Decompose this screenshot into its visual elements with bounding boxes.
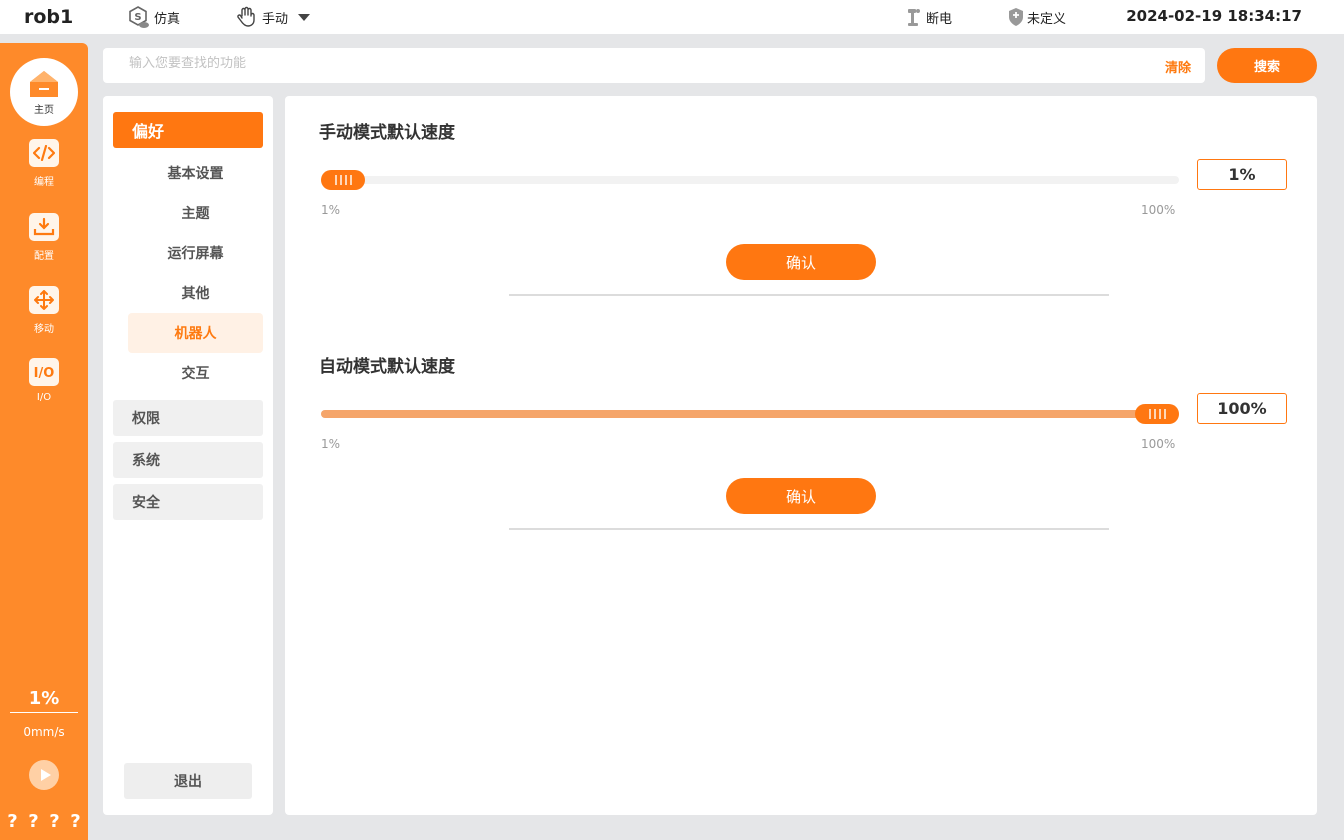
- manual-speed-title: 手动模式默认速度: [319, 123, 455, 143]
- menu-item-other[interactable]: 其他: [128, 273, 263, 313]
- manual-speed-value[interactable]: 1%: [1197, 159, 1287, 190]
- sidebar-item-label: 编程: [34, 177, 54, 188]
- simulation-status[interactable]: S 仿真: [126, 0, 180, 34]
- settings-content: 手动模式默认速度 1% 100% 1% 确认 自动模式默认速度 1% 100% …: [285, 96, 1317, 815]
- manual-speed-slider[interactable]: [321, 170, 1179, 190]
- menu-group-permissions[interactable]: 权限: [113, 400, 263, 436]
- auto-confirm-button[interactable]: 确认: [726, 478, 876, 514]
- settings-menu: 偏好 基本设置 主题 运行屏幕 其他 机器人 交互 权限 系统 安全 退出: [103, 96, 273, 815]
- auto-speed-value[interactable]: 100%: [1197, 393, 1287, 424]
- menu-group-safety[interactable]: 安全: [113, 484, 263, 520]
- logout-button[interactable]: 退出: [124, 763, 252, 799]
- main-sidebar: 主页 编程 配置 移动 I/O I/O 1% 0mm/s ? ? ? ?: [0, 43, 88, 840]
- menu-item-theme[interactable]: 主题: [128, 193, 263, 233]
- sidebar-item-programming[interactable]: 编程: [0, 139, 88, 188]
- simulation-icon: S: [129, 6, 149, 28]
- sidebar-item-label: I/O: [36, 392, 52, 403]
- safety-label: 未定义: [1027, 11, 1067, 27]
- search-input[interactable]: [129, 56, 1029, 71]
- manual-confirm-button[interactable]: 确认: [726, 244, 876, 280]
- auto-speed-title: 自动模式默认速度: [319, 357, 455, 377]
- config-download-icon: [29, 213, 59, 241]
- global-speed-percent[interactable]: 1%: [0, 688, 88, 709]
- tcp-speed: 0mm/s: [23, 725, 65, 739]
- status-indicator: ?: [70, 811, 81, 832]
- safety-status: 未定义: [1008, 0, 1066, 34]
- mode-selector[interactable]: 手动: [236, 0, 311, 34]
- menu-group-preferences[interactable]: 偏好: [113, 112, 263, 148]
- sidebar-item-move[interactable]: 移动: [0, 286, 88, 335]
- play-icon: [40, 769, 51, 781]
- code-icon: [29, 139, 59, 167]
- menu-item-robot[interactable]: 机器人: [128, 313, 263, 353]
- slider-fill: [321, 410, 1157, 418]
- robot-arm-icon: [908, 9, 920, 26]
- home-label: 主页: [34, 104, 54, 116]
- menu-item-basic-settings[interactable]: 基本设置: [128, 153, 263, 193]
- menu-item-run-screen[interactable]: 运行屏幕: [128, 233, 263, 273]
- status-indicator: ?: [49, 811, 60, 832]
- simulation-label: 仿真: [154, 11, 181, 27]
- menu-item-interaction[interactable]: 交互: [128, 353, 263, 393]
- power-status: 断电: [906, 0, 952, 34]
- slider-max-label: 100%: [1141, 203, 1176, 217]
- datetime: 2024-02-19 18:34:17: [1126, 7, 1302, 25]
- top-bar: rob1 S 仿真 手动 断电 未定义 2024-02-19 18:34:17: [0, 0, 1344, 34]
- move-arrows-icon: [29, 286, 59, 314]
- slider-min-label: 1%: [321, 437, 341, 451]
- sidebar-item-label: 配置: [34, 251, 54, 262]
- auto-speed-slider[interactable]: [321, 404, 1179, 424]
- svg-text:I/O: I/O: [34, 366, 55, 380]
- svg-text:S: S: [134, 12, 141, 23]
- search-bar: 清除: [103, 48, 1205, 83]
- home-icon: [30, 70, 58, 97]
- hand-icon: [237, 6, 255, 27]
- slider-thumb[interactable]: [321, 170, 365, 190]
- robot-name: rob1: [24, 6, 74, 28]
- home-button[interactable]: 主页: [10, 58, 78, 126]
- section-divider: [509, 528, 1109, 530]
- sidebar-item-label: 移动: [34, 324, 54, 335]
- play-button[interactable]: [29, 760, 59, 790]
- io-icon: I/O: [29, 358, 59, 386]
- section-divider: [509, 294, 1109, 296]
- status-indicator: ?: [7, 811, 18, 832]
- shield-icon: [1009, 8, 1023, 26]
- slider-thumb[interactable]: [1135, 404, 1179, 424]
- search-button[interactable]: 搜索: [1217, 48, 1317, 83]
- status-indicator: ?: [28, 811, 39, 832]
- speed-divider: [10, 712, 78, 713]
- sidebar-item-config[interactable]: 配置: [0, 213, 88, 262]
- slider-max-label: 100%: [1141, 437, 1176, 451]
- status-indicators: ? ? ? ?: [0, 811, 88, 832]
- mode-label: 手动: [262, 11, 289, 27]
- clear-button[interactable]: 清除: [1165, 57, 1191, 76]
- power-label: 断电: [926, 11, 953, 27]
- chevron-down-icon[interactable]: [298, 13, 311, 21]
- sidebar-item-io[interactable]: I/O I/O: [0, 358, 88, 403]
- slider-min-label: 1%: [321, 203, 341, 217]
- menu-group-system[interactable]: 系统: [113, 442, 263, 478]
